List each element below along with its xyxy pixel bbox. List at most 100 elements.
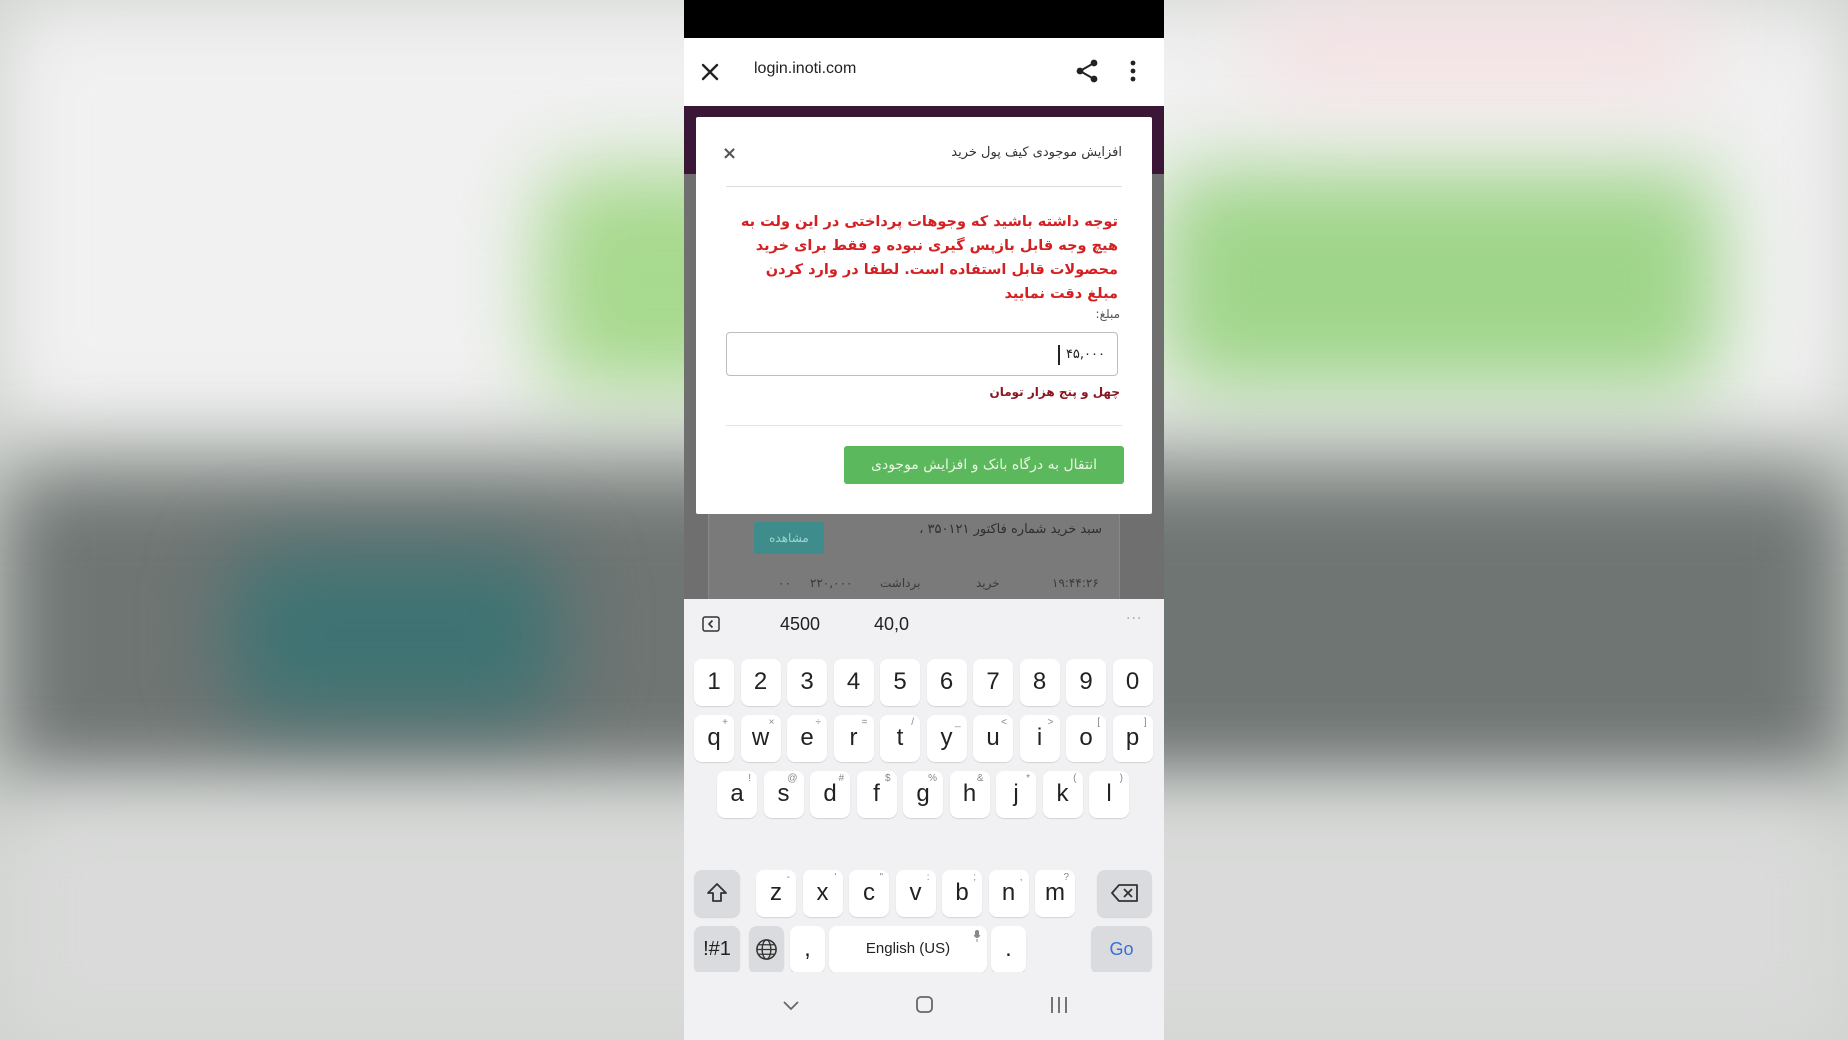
key-secondary-label: × <box>768 717 775 728</box>
key-secondary-label: & <box>976 773 984 784</box>
key-u[interactable]: u < <box>973 715 1013 762</box>
key-4[interactable]: 4 <box>833 659 874 706</box>
row-balance: ۰۰ <box>778 576 791 590</box>
refund-warning: توجه داشته باشید که وجوهات پرداختی در ای… <box>740 214 1118 302</box>
dialog-title: افزایش موجودی کیف پول خرید <box>951 145 1122 160</box>
key-p[interactable]: p] <box>1112 715 1153 762</box>
key-z[interactable]: z- <box>756 870 796 917</box>
go-to-bank-button[interactable]: انتقال به درگاه بانک و افزایش موجودی <box>844 446 1124 484</box>
text-cursor <box>1058 345 1060 365</box>
key-label: c <box>863 879 875 906</box>
symbols-key[interactable]: !#1 <box>694 926 740 973</box>
period-key[interactable]: . <box>991 926 1026 973</box>
dialog-close-button[interactable]: × <box>722 145 737 163</box>
close-icon[interactable] <box>698 60 722 84</box>
key-secondary-label: % <box>928 773 937 784</box>
key-secondary-label: " <box>879 872 883 883</box>
space-key[interactable]: English (US) <box>829 926 987 973</box>
key-l[interactable]: l) <box>1089 771 1129 818</box>
key-secondary-label: _ <box>954 717 961 728</box>
key-label: y <box>940 724 953 751</box>
key-d[interactable]: d # <box>810 771 850 818</box>
system-nav-bar <box>684 972 1164 1040</box>
more-vert-icon[interactable] <box>1126 58 1140 84</box>
more-options-icon[interactable]: ··· <box>1126 611 1142 627</box>
symbols-key-label: !#1 <box>703 938 731 960</box>
key-x[interactable]: x ' <box>802 870 843 917</box>
key-a[interactable]: a! <box>717 771 757 818</box>
key-2[interactable]: 2 <box>740 659 781 706</box>
key-label: j <box>1013 780 1019 807</box>
key-label: o <box>1079 724 1093 751</box>
amount-label: مبلغ: <box>1095 307 1120 321</box>
row-time: ۱۹:۴۴:۲۶ <box>1052 576 1099 590</box>
nav-recents-icon[interactable] <box>1047 994 1071 1016</box>
divider <box>726 186 1122 187</box>
key-secondary-label: - <box>786 872 790 883</box>
key-i[interactable]: i > <box>1019 715 1060 762</box>
shift-key[interactable] <box>694 870 740 917</box>
comma-key[interactable]: , <box>790 926 825 973</box>
key-5[interactable]: 5 <box>880 659 920 706</box>
key-label: s <box>777 780 790 807</box>
key-label: 6 <box>939 668 954 695</box>
key-k[interactable]: k( <box>1042 771 1083 818</box>
key-label: u <box>986 724 1000 751</box>
key-secondary-label: ) <box>1119 773 1123 784</box>
key-secondary-label: ! <box>748 773 751 784</box>
key-8[interactable]: 8 <box>1019 659 1060 706</box>
key-h[interactable]: h & <box>949 771 990 818</box>
key-c[interactable]: c " <box>849 870 889 917</box>
key-label: i <box>1036 724 1043 751</box>
key-label: q <box>707 724 721 751</box>
key-w[interactable]: w × <box>740 715 781 762</box>
nav-back-icon[interactable] <box>779 994 803 1016</box>
share-icon[interactable] <box>1074 58 1100 84</box>
key-3[interactable]: 3 <box>787 659 827 706</box>
key-label: w <box>751 724 770 751</box>
key-q[interactable]: q + <box>694 715 734 762</box>
go-key[interactable]: Go <box>1091 926 1152 973</box>
key-r[interactable]: r = <box>833 715 874 762</box>
suggestion-2[interactable]: 40,0 <box>874 614 909 635</box>
key-7[interactable]: 7 <box>973 659 1013 706</box>
collapse-toolbar-icon[interactable] <box>702 615 720 633</box>
key-label: p <box>1125 724 1140 751</box>
mic-icon <box>973 930 981 942</box>
url-text[interactable]: login.inoti.com <box>754 60 856 78</box>
key-t[interactable]: t / <box>880 715 920 762</box>
key-secondary-label: ; <box>973 872 976 883</box>
key-label: 3 <box>800 668 814 695</box>
suggestion-1[interactable]: 4500 <box>780 614 820 635</box>
key-0[interactable]: 0 <box>1112 659 1153 706</box>
wallet-topup-dialog: × افزایش موجودی کیف پول خرید توجه داشته … <box>696 117 1152 514</box>
key-1[interactable]: 1 <box>694 659 734 706</box>
key-label: g <box>916 780 930 807</box>
shift-icon <box>707 883 727 902</box>
key-n[interactable]: n, <box>988 870 1029 917</box>
backspace-key[interactable] <box>1097 870 1152 917</box>
key-j[interactable]: j * <box>996 771 1036 818</box>
key-o[interactable]: o[ <box>1066 715 1106 762</box>
key-v[interactable]: v: <box>895 870 936 917</box>
key-secondary-label: [ <box>1097 717 1100 728</box>
key-m[interactable]: m? <box>1035 870 1075 917</box>
row-action: برداشت <box>880 576 921 590</box>
key-e[interactable]: e ÷ <box>787 715 827 762</box>
key-secondary-label: ( <box>1073 773 1077 784</box>
key-g[interactable]: g% <box>903 771 943 818</box>
globe-icon <box>756 939 777 960</box>
key-b[interactable]: b; <box>942 870 982 917</box>
key-label: 2 <box>753 668 768 695</box>
key-label: v <box>909 879 922 906</box>
nav-home-icon[interactable] <box>912 994 936 1016</box>
key-s[interactable]: s @ <box>763 771 804 818</box>
key-f[interactable]: f $ <box>856 771 897 818</box>
key-6[interactable]: 6 <box>926 659 967 706</box>
key-secondary-label: + <box>722 717 728 728</box>
key-label: 9 <box>1079 668 1093 695</box>
key-y[interactable]: y _ <box>926 715 967 762</box>
key-label: a <box>730 780 744 807</box>
language-key[interactable] <box>749 926 784 973</box>
key-9[interactable]: 9 <box>1066 659 1106 706</box>
